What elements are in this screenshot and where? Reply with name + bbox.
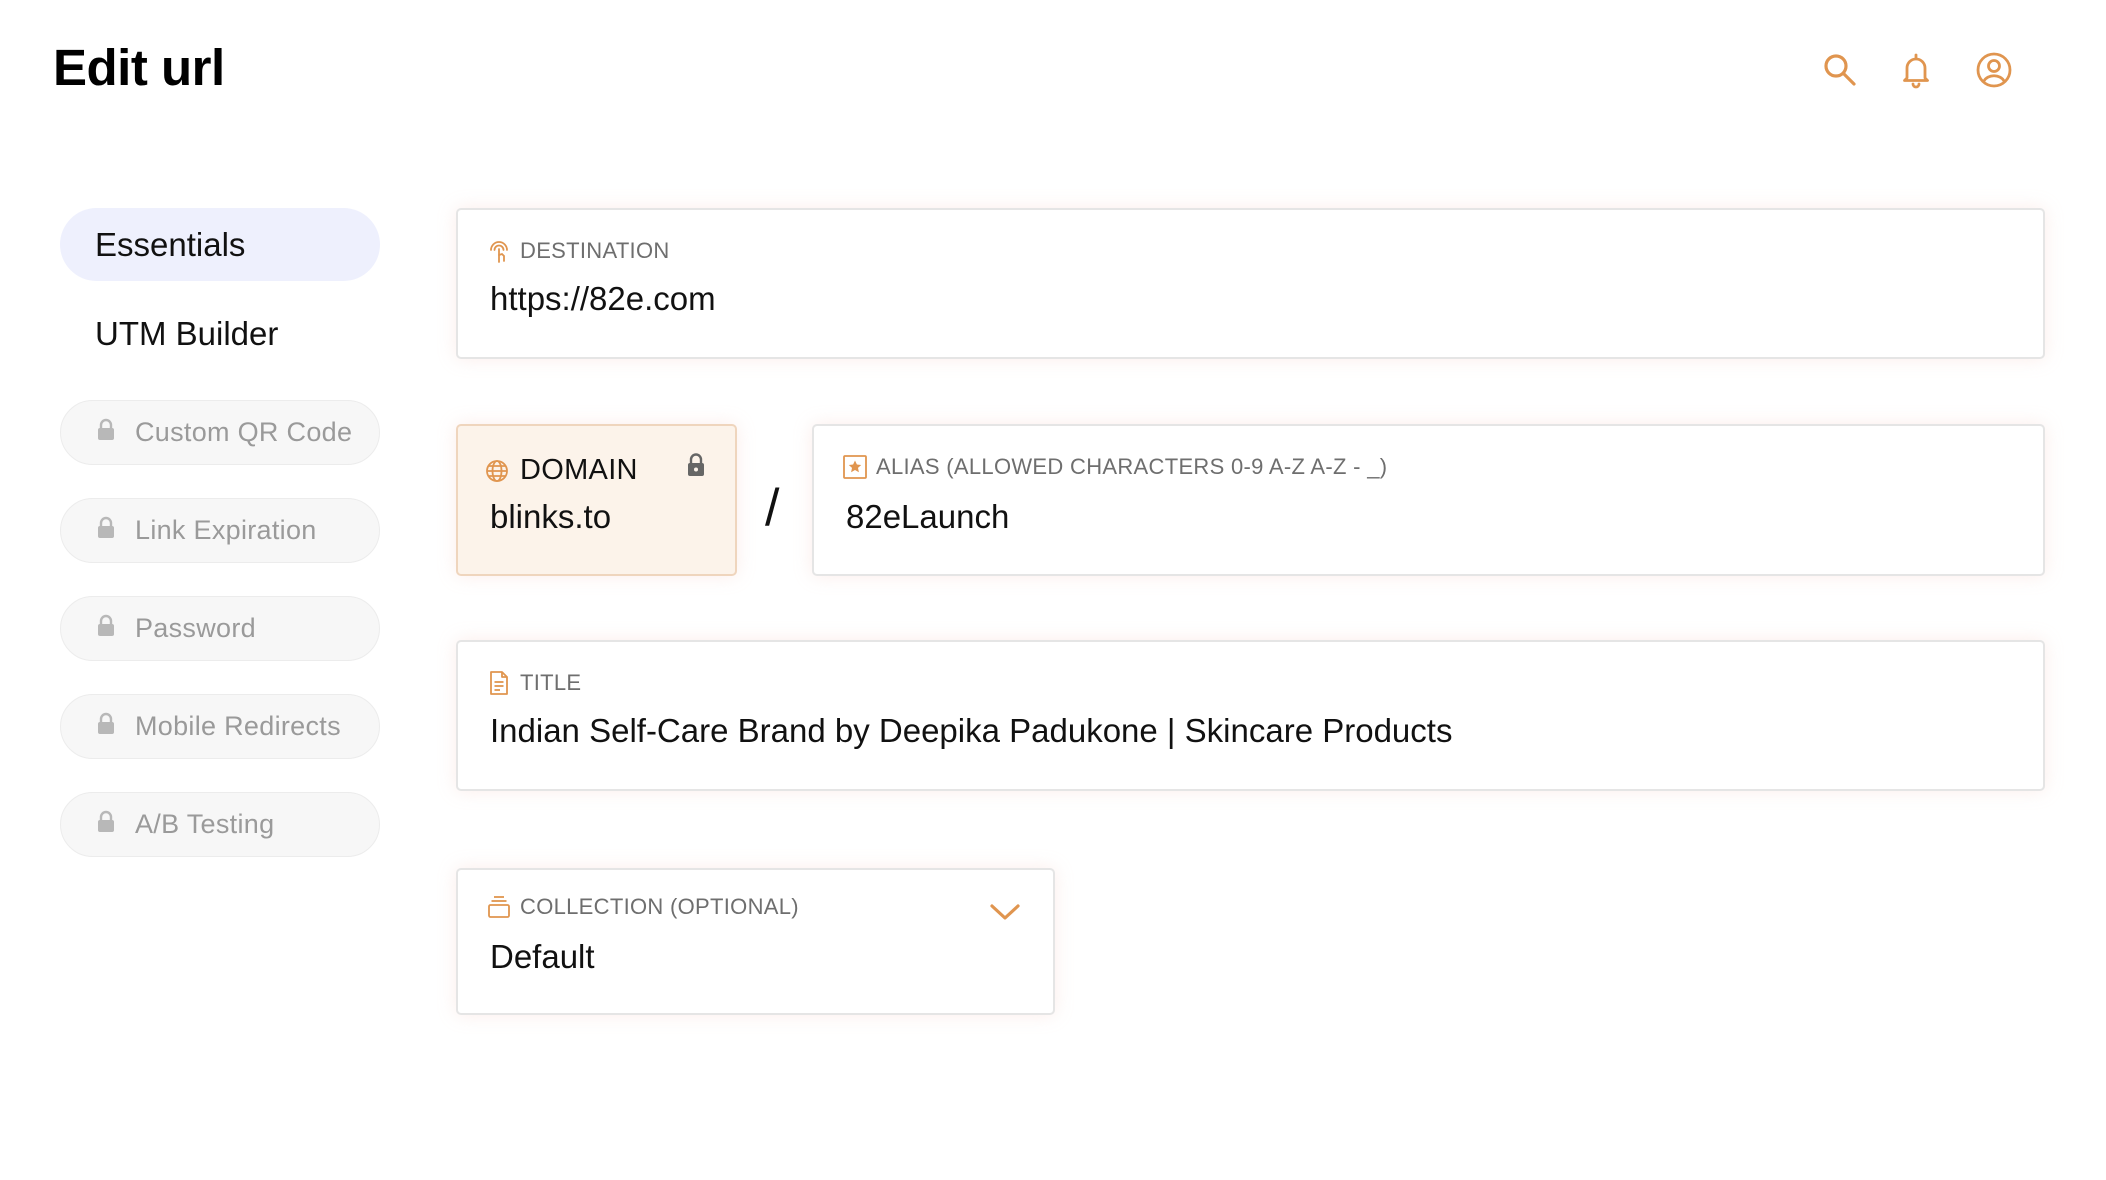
lock-icon bbox=[688, 453, 704, 476]
star-box-icon bbox=[843, 455, 867, 479]
sidebar-item-custom-qr-code[interactable]: Custom QR Code bbox=[60, 400, 380, 465]
domain-field: DOMAIN blinks.to bbox=[456, 424, 737, 576]
chevron-down-icon[interactable] bbox=[987, 894, 1023, 930]
touch-pointer-icon bbox=[490, 241, 508, 263]
collection-label: COLLECTION (OPTIONAL) bbox=[486, 894, 799, 920]
destination-input[interactable]: https://82e.com bbox=[490, 280, 716, 318]
destination-label: DESTINATION bbox=[486, 238, 670, 264]
domain-alias-separator: / bbox=[765, 479, 780, 537]
sidebar-item-label: Link Expiration bbox=[135, 515, 317, 545]
alias-field[interactable]: ALIAS (ALLOWED CHARACTERS 0-9 A-Z A-Z - … bbox=[812, 424, 2045, 576]
bell-icon[interactable] bbox=[1896, 50, 1936, 90]
lock-icon bbox=[98, 614, 114, 636]
sidebar-item-label: UTM Builder bbox=[95, 314, 279, 352]
lock-icon bbox=[98, 418, 114, 440]
title-label: TITLE bbox=[486, 670, 581, 696]
sidebar-item-essentials[interactable]: Essentials bbox=[60, 208, 380, 281]
lock-icon bbox=[98, 712, 114, 734]
sidebar-item-label: Essentials bbox=[95, 225, 246, 263]
title-input[interactable]: Indian Self-Care Brand by Deepika Paduko… bbox=[490, 712, 1452, 750]
user-circle-icon[interactable] bbox=[1974, 50, 2014, 90]
domain-label: DOMAIN bbox=[484, 454, 638, 487]
sidebar-item-link-expiration[interactable]: Link Expiration bbox=[60, 498, 380, 563]
collection-value: Default bbox=[490, 938, 595, 975]
alias-input[interactable]: 82eLaunch bbox=[846, 498, 1009, 536]
page-title: Edit url bbox=[53, 39, 225, 96]
stack-icon bbox=[488, 896, 510, 918]
sidebar-item-utm-builder[interactable]: UTM Builder bbox=[60, 297, 380, 370]
domain-value: blinks.to bbox=[490, 498, 612, 535]
lock-icon bbox=[98, 810, 114, 832]
sidebar-item-label: A/B Testing bbox=[135, 809, 275, 839]
sidebar-item-mobile-redirects[interactable]: Mobile Redirects bbox=[60, 694, 380, 759]
sidebar-item-label: Password bbox=[135, 613, 256, 643]
collection-select[interactable]: COLLECTION (OPTIONAL) Default bbox=[456, 868, 1055, 1015]
alias-label: ALIAS (ALLOWED CHARACTERS 0-9 A-Z A-Z - … bbox=[842, 454, 1387, 480]
destination-field[interactable]: DESTINATION https://82e.com bbox=[456, 208, 2045, 359]
sidebar-item-ab-testing[interactable]: A/B Testing bbox=[60, 792, 380, 857]
sidebar-item-label: Custom QR Code bbox=[135, 417, 353, 447]
document-icon bbox=[490, 671, 508, 695]
sidebar-item-label: Mobile Redirects bbox=[135, 711, 341, 741]
sidebar-item-password[interactable]: Password bbox=[60, 596, 380, 661]
title-field[interactable]: TITLE Indian Self-Care Brand by Deepika … bbox=[456, 640, 2045, 791]
search-icon[interactable] bbox=[1820, 50, 1860, 90]
lock-icon bbox=[98, 516, 114, 538]
globe-icon bbox=[486, 459, 508, 482]
